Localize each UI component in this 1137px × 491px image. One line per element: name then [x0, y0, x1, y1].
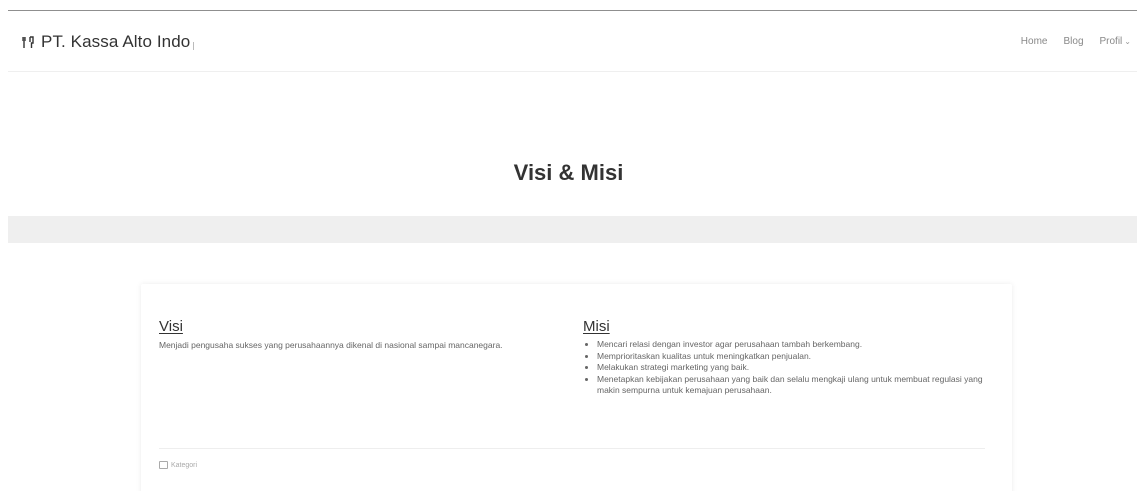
misi-list: Mencari relasi dengan investor agar peru…	[583, 339, 993, 397]
list-item: Melakukan strategi marketing yang baik.	[597, 362, 993, 374]
misi-section: Misi Mencari relasi dengan investor agar…	[583, 318, 993, 397]
nav-blog[interactable]: Blog	[1063, 36, 1083, 47]
nav-home[interactable]: Home	[1021, 36, 1048, 47]
utensils-icon	[22, 35, 35, 49]
nav-profil[interactable]: Profil ⌄	[1100, 36, 1132, 47]
list-item: Menetapkan kebijakan perusahaan yang bai…	[597, 374, 993, 397]
list-item: Memprioritaskan kualitas untuk meningkat…	[597, 351, 993, 363]
nav-profil-label: Profil	[1099, 36, 1123, 47]
misi-heading: Misi	[583, 318, 610, 335]
visi-text: Menjadi pengusaha sukses yang perusahaan…	[159, 340, 503, 350]
section-band	[8, 216, 1137, 243]
list-item: Mencari relasi dengan investor agar peru…	[597, 339, 993, 351]
brand-caret	[193, 42, 195, 50]
visi-section: Visi Menjadi pengusaha sukses yang perus…	[159, 318, 559, 352]
nav-menu: Home Blog Profil ⌄	[1021, 36, 1131, 47]
navbar: PT. Kassa Alto Indo Home Blog Profil ⌄	[8, 11, 1137, 72]
folder-icon	[159, 461, 168, 469]
category-label: Kategori	[171, 461, 198, 469]
card-divider	[159, 448, 985, 449]
brand-link[interactable]: PT. Kassa Alto Indo	[22, 32, 195, 52]
chevron-down-icon: ⌄	[1124, 37, 1131, 46]
visi-heading: Visi	[159, 318, 183, 335]
page-title: Visi & Misi	[513, 160, 624, 185]
page: PT. Kassa Alto Indo Home Blog Profil ⌄ Vi…	[0, 0, 1137, 491]
content-card: Visi Menjadi pengusaha sukses yang perus…	[141, 284, 1012, 491]
category-link[interactable]: Kategori	[159, 461, 197, 469]
brand-name: PT. Kassa Alto Indo	[41, 32, 191, 51]
